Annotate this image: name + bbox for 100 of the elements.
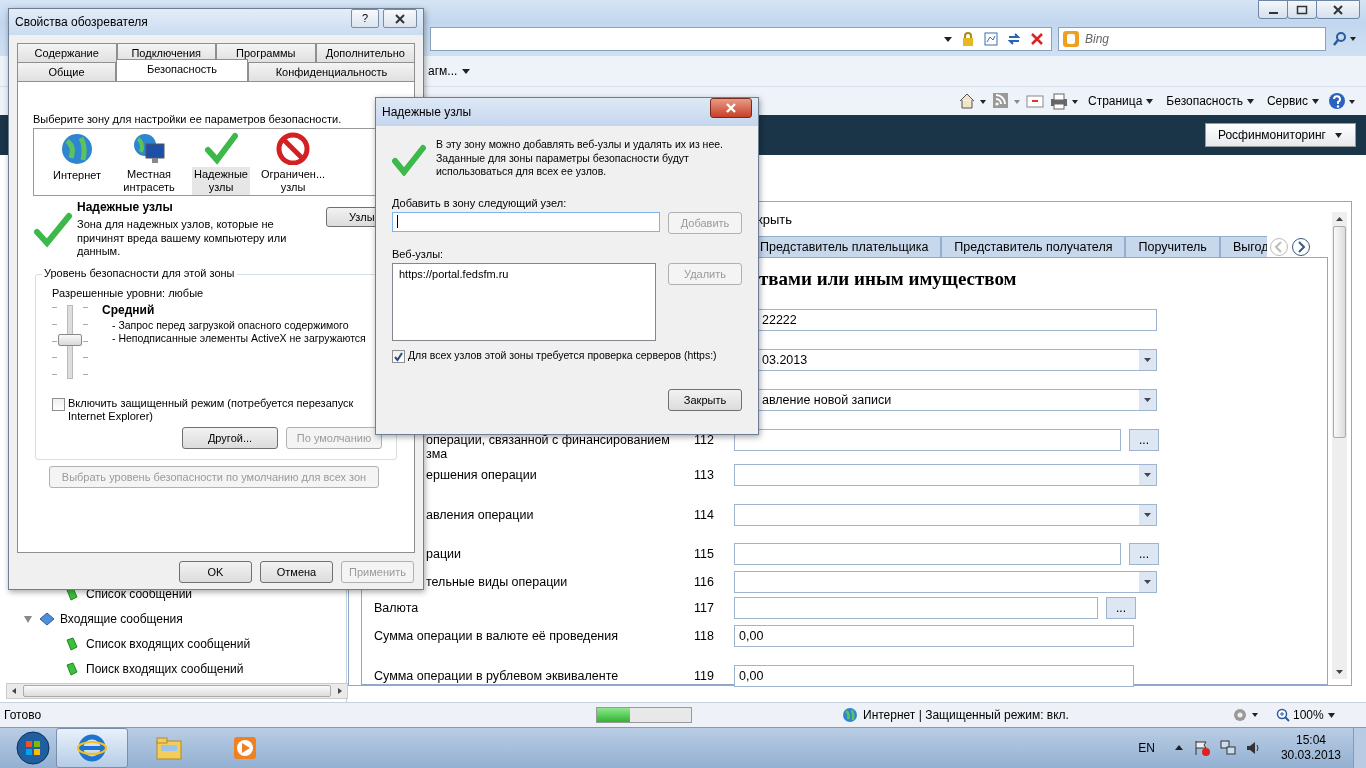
- dropdown-field[interactable]: [734, 464, 1157, 486]
- maximize-button[interactable]: [1287, 0, 1317, 19]
- tree-item[interactable]: Список входящих сообщений: [86, 636, 251, 651]
- field-label: ершения операции: [426, 468, 537, 482]
- close-dialog-button[interactable]: Закрыть: [668, 388, 742, 411]
- network-icon[interactable]: [1218, 739, 1237, 757]
- search-field[interactable]: Bing: [1058, 27, 1326, 51]
- lookup-button[interactable]: ...: [1129, 429, 1159, 451]
- search-icon[interactable]: [1332, 31, 1358, 47]
- dropdown-field[interactable]: [734, 571, 1157, 593]
- site-input[interactable]: [392, 211, 660, 232]
- text-field[interactable]: 0,00: [734, 665, 1134, 687]
- checkbox-label: Включить защищенный режим (потребуется перезапуск Internet Explorer): [68, 397, 354, 423]
- field-number: 118: [694, 629, 714, 643]
- dialog-button[interactable]: Другой...: [182, 427, 278, 449]
- tree-item[interactable]: Список сообщений: [86, 586, 193, 601]
- globe-icon: [842, 707, 858, 723]
- close-button[interactable]: [1316, 0, 1360, 19]
- lookup-field[interactable]: [734, 543, 1121, 565]
- horizontal-scrollbar[interactable]: [6, 683, 348, 699]
- help-icon[interactable]: [1328, 92, 1358, 110]
- mail-icon[interactable]: [1025, 92, 1046, 110]
- refresh-icon[interactable]: [1006, 31, 1022, 47]
- dialog-tab[interactable]: Общие: [17, 62, 116, 81]
- dialog-tab[interactable]: Конфиденциальность: [248, 62, 415, 81]
- level-name: Средний: [102, 303, 156, 317]
- security-slider[interactable]: [52, 305, 88, 377]
- close-button[interactable]: [383, 9, 417, 28]
- globe-icon: [60, 132, 94, 166]
- checkbox[interactable]: [52, 398, 65, 411]
- level-detail: - Запрос перед загрузкой опасного содержимого: [111, 319, 350, 332]
- field-number: 116: [694, 575, 714, 589]
- dialog-tab[interactable]: Содержание: [17, 43, 117, 62]
- minimize-button[interactable]: [1258, 0, 1288, 19]
- tree-item[interactable]: Поиск входящих сообщений: [86, 661, 244, 676]
- dialog-button[interactable]: OK: [179, 561, 252, 583]
- level-detail: - Неподписанные элементы ActiveX не загружаются: [111, 332, 366, 345]
- check-icon: [33, 212, 73, 248]
- zone-description: Зона для надежных узлов, которые не причинят вреда вашему компьютеру или данным.: [77, 218, 288, 259]
- compatibility-icon[interactable]: [983, 31, 999, 47]
- dialog-tab[interactable]: Безопасность: [116, 59, 248, 81]
- feed-icon[interactable]: [991, 92, 1022, 110]
- lookup-field[interactable]: [734, 429, 1121, 451]
- command-menu[interactable]: Страница: [1083, 94, 1159, 108]
- text-field[interactable]: 0,00: [734, 625, 1134, 647]
- stop-icon[interactable]: [1029, 31, 1045, 47]
- form-tab[interactable]: Представитель получателя: [941, 236, 1126, 257]
- field-label: Сумма операции в валюте её проведения: [374, 629, 619, 643]
- start-button[interactable]: [16, 731, 50, 765]
- caret-icon[interactable]: [943, 35, 953, 43]
- dialog-button[interactable]: Отмена: [260, 561, 333, 583]
- organization-menu[interactable]: Росфинмониторинг: [1204, 123, 1356, 147]
- zone-item[interactable]: Надежные узлы: [192, 167, 250, 195]
- form-tab[interactable]: Поручитель: [1125, 236, 1220, 257]
- dialog-tab[interactable]: Программы: [216, 43, 316, 62]
- zoom-control[interactable]: 100%: [1276, 708, 1336, 722]
- lookup-field[interactable]: [734, 597, 1098, 619]
- list-label: Веб-узлы:: [392, 247, 445, 260]
- maximize-icon: [1296, 4, 1308, 15]
- minimize-icon: [1268, 11, 1278, 14]
- lookup-button[interactable]: ...: [1129, 543, 1159, 565]
- zone-item[interactable]: Интернет: [51, 168, 103, 183]
- help-button[interactable]: ?: [351, 9, 379, 28]
- lock-icon[interactable]: [960, 31, 976, 47]
- tree-item[interactable]: Входящие сообщения: [60, 611, 183, 626]
- no-entry-icon: [276, 132, 310, 165]
- print-icon[interactable]: [1049, 92, 1080, 110]
- address-field[interactable]: [430, 27, 1052, 51]
- field-label: тельные виды операции: [426, 575, 568, 589]
- flag-icon[interactable]: [1192, 739, 1211, 757]
- caret-icon: [1334, 131, 1343, 139]
- page-icon: [64, 635, 80, 652]
- field-label: авления операции: [426, 508, 534, 522]
- status-text: Готово: [4, 708, 43, 722]
- lookup-button[interactable]: ...: [1106, 597, 1136, 619]
- command-menu[interactable]: Сервис: [1262, 94, 1324, 108]
- globe-monitor-icon: [132, 132, 166, 165]
- zone-item[interactable]: Ограничен... узлы: [258, 167, 328, 195]
- taskbar-button[interactable]: [56, 728, 128, 768]
- favorites-item[interactable]: агм...: [428, 64, 458, 78]
- language-indicator[interactable]: EN: [1138, 741, 1155, 755]
- caret-icon[interactable]: [461, 67, 472, 75]
- dialog-description: В эту зону можно добавлять веб-узлы и удалять их из нее. Заданные для зоны параметры безопасности будут использоваться для всех ее узлов.: [436, 138, 723, 179]
- home-icon[interactable]: [957, 92, 988, 110]
- vertical-scrollbar[interactable]: [1332, 212, 1347, 679]
- site-item[interactable]: https://portal.fedsfm.ru: [399, 267, 649, 280]
- field-number: 112: [694, 433, 714, 447]
- field-label: операции, связанной с финансированием зма: [426, 433, 670, 461]
- next-icon[interactable]: [1291, 236, 1311, 257]
- command-menu[interactable]: Безопасность: [1162, 94, 1259, 108]
- field-number: 113: [694, 468, 714, 482]
- dropdown-field[interactable]: [734, 504, 1157, 526]
- close-button[interactable]: [710, 98, 752, 118]
- zone-item[interactable]: Местная интрасеть: [121, 167, 177, 195]
- dialog-tab[interactable]: Дополнительно: [315, 43, 415, 62]
- caret-icon: [1245, 97, 1255, 105]
- field-number: 117: [694, 601, 714, 615]
- check-icon: [392, 144, 426, 176]
- dialog-title: Надежные узлы: [382, 105, 473, 119]
- checkbox[interactable]: [392, 349, 405, 363]
